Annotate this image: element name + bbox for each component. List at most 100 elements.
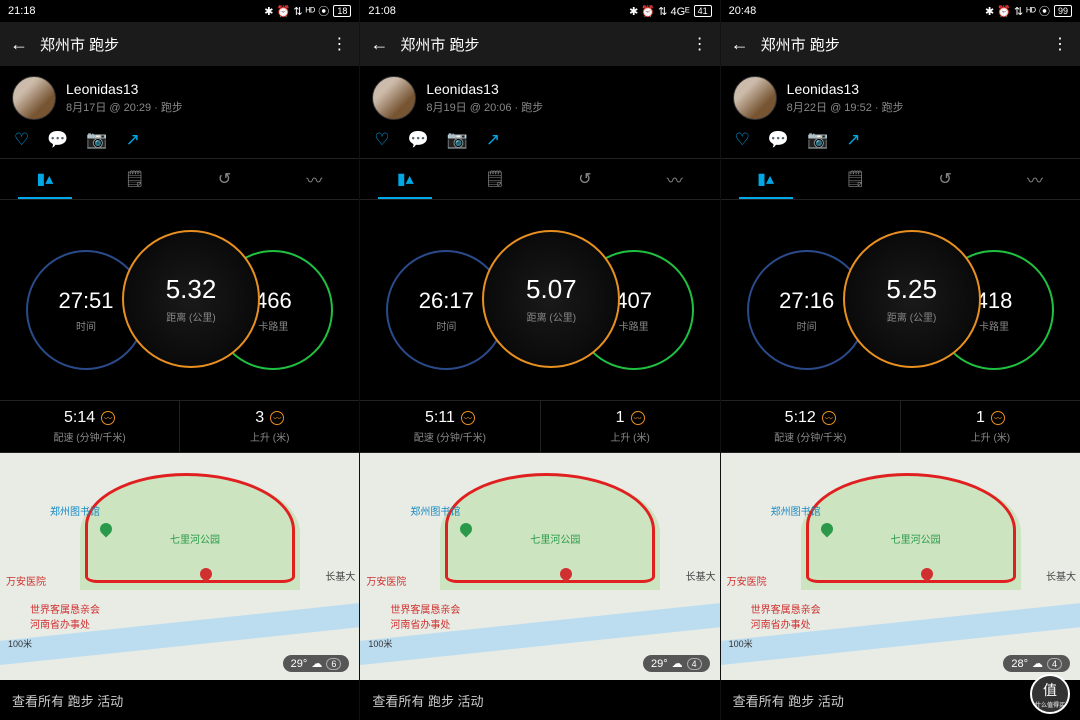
user-row[interactable]: Leonidas13 8月17日 @ 20:29 · 跑步 xyxy=(0,66,359,126)
map-label-poi: 世界客属恳亲会 河南省办事处 xyxy=(390,601,460,631)
back-icon[interactable]: ← xyxy=(10,34,34,55)
battery-icon: 99 xyxy=(1054,5,1072,17)
metric-pace[interactable]: 5:11〰 配速 (分钟/千米) xyxy=(360,401,539,452)
watermark-badge: 值 什么值得买 xyxy=(1030,674,1070,714)
map-label-poi: 万安医院 xyxy=(366,573,406,588)
like-icon[interactable]: ♡ xyxy=(735,130,750,150)
detail-tabs: ▮▴ 🗒 ↺ 〰 xyxy=(721,158,1080,200)
tab-notes[interactable]: 🗒 xyxy=(90,159,180,199)
page-title: 郑州市 跑步 xyxy=(394,34,689,55)
back-icon[interactable]: ← xyxy=(731,34,755,55)
more-icon[interactable]: ⋮ xyxy=(1050,34,1070,54)
route-map[interactable]: 郑州图书馆 七里河公园 万安医院 世界客属恳亲会 河南省办事处 长基大 100米… xyxy=(360,453,719,680)
metric-pace[interactable]: 5:12〰 配速 (分钟/千米) xyxy=(721,401,900,452)
comment-icon[interactable]: 💬 xyxy=(408,130,429,150)
map-label-poi: 长基大 xyxy=(686,568,716,583)
back-icon[interactable]: ← xyxy=(370,34,394,55)
user-row[interactable]: Leonidas13 8月22日 @ 19:52 · 跑步 xyxy=(721,66,1080,126)
gps-track xyxy=(445,473,655,583)
status-time: 21:18 xyxy=(8,5,36,17)
map-label-park: 七里河公园 xyxy=(170,531,220,546)
pulse-icon: 〰 xyxy=(270,411,284,425)
tab-charts[interactable]: 〰 xyxy=(990,159,1080,199)
camera-icon[interactable]: 📷 xyxy=(447,130,468,150)
map-scale: 100米 xyxy=(729,637,753,650)
share-icon[interactable]: ↗ xyxy=(486,130,500,150)
share-icon[interactable]: ↗ xyxy=(126,130,140,150)
cloud-icon: ☁ xyxy=(672,657,683,670)
tab-stats[interactable]: ▮▴ xyxy=(721,159,811,199)
cloud-icon: ☁ xyxy=(311,657,322,670)
weather-badge[interactable]: 28° ☁ 4 xyxy=(1003,655,1070,672)
view-all-link[interactable]: 查看所有 跑步 活动 xyxy=(721,680,1080,720)
map-label-library: 郑州图书馆 xyxy=(410,503,460,518)
status-bar: 20:48 ✱ ⏰ ⇅ ᴴᴰ ⦿ 99 xyxy=(721,0,1080,22)
ring-distance[interactable]: 5.07 距离 (公里) xyxy=(482,230,620,368)
map-scale: 100米 xyxy=(368,637,392,650)
gps-track xyxy=(806,473,1016,583)
camera-icon[interactable]: 📷 xyxy=(807,130,828,150)
detail-tabs: ▮▴ 🗒 ↺ 〰 xyxy=(360,158,719,200)
view-all-link[interactable]: 查看所有 跑步 活动 xyxy=(360,680,719,720)
like-icon[interactable]: ♡ xyxy=(14,130,29,150)
map-label-park: 七里河公园 xyxy=(891,531,941,546)
map-label-poi: 长基大 xyxy=(325,568,355,583)
app-header: ← 郑州市 跑步 ⋮ xyxy=(721,22,1080,66)
avatar[interactable] xyxy=(12,76,56,120)
status-time: 21:08 xyxy=(368,5,396,17)
action-bar: ♡ 💬 📷 ↗ xyxy=(360,126,719,158)
stat-rings: 27:51 时间 5.32 距离 (公里) 466 卡路里 xyxy=(0,200,359,400)
username: Leonidas13 xyxy=(66,81,183,97)
route-map[interactable]: 郑州图书馆 七里河公园 万安医院 世界客属恳亲会 河南省办事处 长基大 100米… xyxy=(0,453,359,680)
tab-stats[interactable]: ▮▴ xyxy=(360,159,450,199)
metrics-row: 5:11〰 配速 (分钟/千米) 1〰 上升 (米) xyxy=(360,400,719,453)
metric-elevation[interactable]: 3〰 上升 (米) xyxy=(179,401,359,452)
view-all-link[interactable]: 查看所有 跑步 活动 xyxy=(0,680,359,720)
metrics-row: 5:14〰 配速 (分钟/千米) 3〰 上升 (米) xyxy=(0,400,359,453)
weather-badge[interactable]: 29° ☁ 6 xyxy=(283,655,350,672)
comment-icon[interactable]: 💬 xyxy=(47,130,68,150)
map-label-library: 郑州图书馆 xyxy=(50,503,100,518)
ring-distance[interactable]: 5.32 距离 (公里) xyxy=(122,230,260,368)
more-icon[interactable]: ⋮ xyxy=(690,34,710,54)
phone-screen: 21:08 ✱ ⏰ ⇅ 4Gᴱ 41 ← 郑州市 跑步 ⋮ Leonidas13… xyxy=(360,0,720,720)
activity-meta: 8月22日 @ 19:52 · 跑步 xyxy=(787,99,904,115)
ring-distance[interactable]: 5.25 距离 (公里) xyxy=(843,230,981,368)
like-icon[interactable]: ♡ xyxy=(374,130,389,150)
avatar[interactable] xyxy=(372,76,416,120)
tab-notes[interactable]: 🗒 xyxy=(810,159,900,199)
action-bar: ♡ 💬 📷 ↗ xyxy=(0,126,359,158)
comment-icon[interactable]: 💬 xyxy=(768,130,789,150)
pulse-icon: 〰 xyxy=(461,411,475,425)
tab-notes[interactable]: 🗒 xyxy=(450,159,540,199)
metric-elevation[interactable]: 1〰 上升 (米) xyxy=(540,401,720,452)
map-label-poi: 万安医院 xyxy=(6,573,46,588)
username: Leonidas13 xyxy=(426,81,543,97)
tab-charts[interactable]: 〰 xyxy=(630,159,720,199)
phone-screen: 21:18 ✱ ⏰ ⇅ ᴴᴰ ⦿ 18 ← 郑州市 跑步 ⋮ Leonidas1… xyxy=(0,0,360,720)
status-time: 20:48 xyxy=(729,5,757,17)
pulse-icon: 〰 xyxy=(991,411,1005,425)
tab-laps[interactable]: ↺ xyxy=(180,159,270,199)
metric-pace[interactable]: 5:14〰 配速 (分钟/千米) xyxy=(0,401,179,452)
tab-charts[interactable]: 〰 xyxy=(269,159,359,199)
user-row[interactable]: Leonidas13 8月19日 @ 20:06 · 跑步 xyxy=(360,66,719,126)
share-icon[interactable]: ↗ xyxy=(846,130,860,150)
tab-stats[interactable]: ▮▴ xyxy=(0,159,90,199)
gps-track xyxy=(85,473,295,583)
map-label-poi: 世界客属恳亲会 河南省办事处 xyxy=(751,601,821,631)
stat-rings: 26:17 时间 5.07 距离 (公里) 407 卡路里 xyxy=(360,200,719,400)
more-icon[interactable]: ⋮ xyxy=(329,34,349,54)
camera-icon[interactable]: 📷 xyxy=(86,130,107,150)
battery-icon: 41 xyxy=(694,5,712,17)
avatar[interactable] xyxy=(733,76,777,120)
map-label-poi: 世界客属恳亲会 河南省办事处 xyxy=(30,601,100,631)
tab-laps[interactable]: ↺ xyxy=(540,159,630,199)
pulse-icon: 〰 xyxy=(822,411,836,425)
weather-badge[interactable]: 29° ☁ 4 xyxy=(643,655,710,672)
tab-laps[interactable]: ↺ xyxy=(900,159,990,199)
app-header: ← 郑州市 跑步 ⋮ xyxy=(0,22,359,66)
route-map[interactable]: 郑州图书馆 七里河公园 万安医院 世界客属恳亲会 河南省办事处 长基大 100米… xyxy=(721,453,1080,680)
pulse-icon: 〰 xyxy=(631,411,645,425)
metric-elevation[interactable]: 1〰 上升 (米) xyxy=(900,401,1080,452)
